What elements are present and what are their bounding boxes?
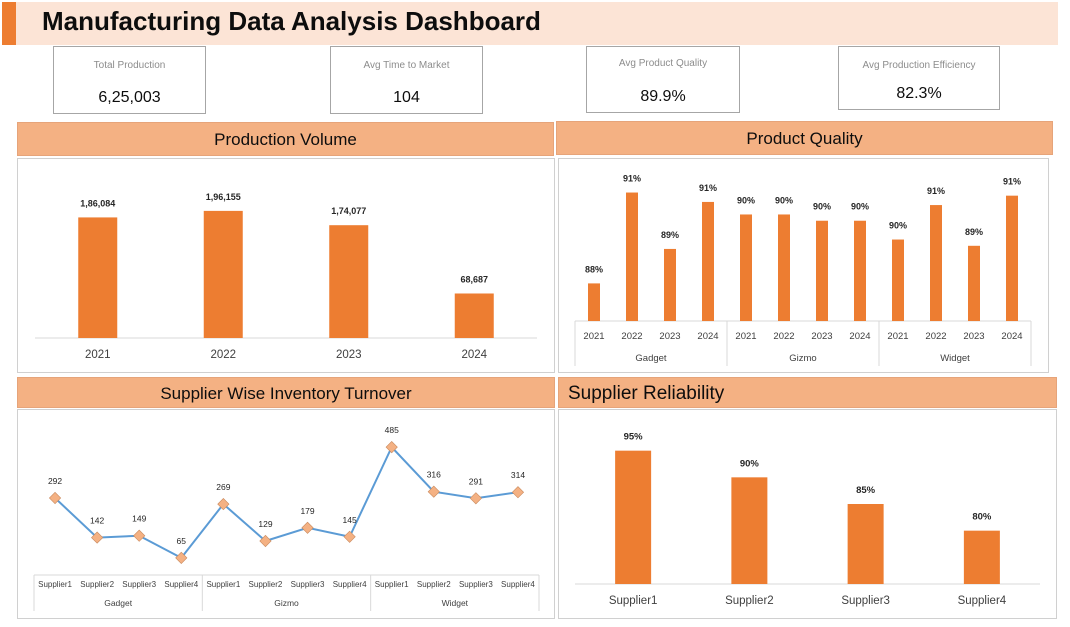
x-tick-label: 2024	[697, 331, 718, 342]
bar-quality-Gizmo-2022	[778, 214, 790, 321]
data-label: 80%	[972, 512, 992, 523]
x-tick-label: 2023	[336, 349, 362, 361]
x-tick-label: 2022	[621, 331, 642, 342]
x-group-label: Gadget	[104, 598, 133, 608]
bar-production-2022	[203, 210, 243, 338]
data-label: 314	[511, 470, 525, 480]
data-label: 68,687	[460, 274, 488, 284]
data-label: 145	[343, 515, 357, 525]
bar-production-2023	[329, 225, 369, 338]
x-tick-label: Supplier2	[80, 580, 114, 589]
x-tick-label: 2022	[773, 331, 794, 342]
bar-quality-Gadget-2022	[626, 192, 638, 321]
x-tick-label: Supplier4	[333, 580, 367, 589]
x-tick-label: Supplier3	[841, 595, 890, 607]
bar-quality-Gadget-2024	[702, 201, 714, 321]
x-tick-label: Supplier1	[206, 580, 240, 589]
x-tick-label: 2024	[461, 349, 487, 361]
data-label: 89%	[965, 227, 983, 237]
x-tick-label: 2023	[963, 331, 984, 342]
data-label: 129	[258, 519, 272, 529]
data-label: 90%	[740, 458, 760, 469]
data-label: 1,86,084	[80, 198, 115, 208]
x-group-label: Widget	[442, 598, 469, 608]
x-tick-label: Supplier4	[958, 595, 1007, 607]
x-tick-label: 2021	[735, 331, 756, 342]
data-label: 90%	[737, 195, 755, 205]
data-label: 485	[385, 425, 399, 435]
bar-quality-Widget-2021	[892, 239, 904, 321]
x-tick-label: 2024	[1001, 331, 1022, 342]
data-label: 95%	[624, 432, 644, 443]
x-tick-label: 2023	[659, 331, 680, 342]
x-tick-label: Supplier2	[725, 595, 774, 607]
data-label: 90%	[889, 221, 907, 231]
x-tick-label: Supplier1	[38, 580, 72, 589]
marker-Gizmo-Supplier3	[301, 521, 314, 534]
marker-Widget-Supplier4	[511, 486, 525, 499]
x-tick-label: 2022	[210, 349, 236, 361]
x-tick-label: 2022	[925, 331, 946, 342]
data-label: 291	[469, 476, 483, 486]
data-label: 85%	[856, 485, 876, 496]
bar-reliability-Supplier2	[731, 477, 768, 584]
data-label: 1,96,155	[206, 192, 241, 202]
bar-quality-Gizmo-2021	[740, 214, 752, 321]
bar-quality-Widget-2023	[968, 245, 980, 321]
data-label: 88%	[585, 264, 603, 274]
bar-quality-Gizmo-2023	[816, 220, 828, 321]
bar-quality-Gadget-2021	[588, 283, 600, 321]
data-label: 149	[132, 514, 146, 524]
data-label: 90%	[813, 202, 831, 212]
bar-production-2021	[78, 217, 118, 338]
bar-quality-Gadget-2023	[664, 248, 676, 321]
data-label: 179	[300, 506, 314, 516]
data-label: 65	[177, 536, 187, 546]
x-tick-label: Supplier3	[122, 580, 156, 589]
x-tick-label: 2021	[583, 331, 604, 342]
x-tick-label: 2024	[849, 331, 870, 342]
x-tick-label: Supplier4	[164, 580, 198, 589]
bar-reliability-Supplier4	[963, 530, 1000, 584]
x-tick-label: 2021	[887, 331, 908, 342]
x-tick-label: Supplier3	[459, 580, 493, 589]
data-label: 269	[216, 482, 230, 492]
data-label: 89%	[661, 230, 679, 240]
x-tick-label: Supplier1	[609, 595, 658, 607]
bar-reliability-Supplier1	[615, 450, 652, 584]
data-label: 90%	[775, 195, 793, 205]
production-volume-chart: 1,86,084 2021 1,96,155 2022 1,74,077 2023 68,6…	[33, 174, 1040, 611]
x-tick-label: Supplier3	[291, 580, 325, 589]
x-tick-label: 2021	[85, 349, 111, 361]
data-label: 142	[90, 516, 104, 526]
data-label: 292	[48, 476, 62, 486]
x-tick-label: Supplier4	[501, 580, 535, 589]
bar-quality-Widget-2022	[930, 205, 942, 321]
data-label: 91%	[927, 186, 945, 196]
bar-reliability-Supplier3	[847, 504, 884, 584]
data-label: 91%	[623, 174, 641, 184]
x-tick-label: Supplier2	[417, 580, 451, 589]
series-line	[54, 445, 519, 560]
x-group-label: Gizmo	[274, 598, 299, 608]
data-label: 1,74,077	[331, 206, 366, 216]
data-label: 91%	[1003, 177, 1021, 187]
bar-production-2024	[454, 293, 494, 338]
data-label: 316	[427, 470, 441, 480]
x-group-label: Gizmo	[789, 353, 816, 364]
x-tick-label: 2023	[811, 331, 832, 342]
x-group-label: Widget	[940, 353, 970, 364]
x-group-label: Gadget	[635, 353, 667, 364]
marker-Gadget-Supplier3	[133, 529, 146, 542]
data-label: 91%	[699, 183, 717, 193]
marker-Gizmo-Supplier4	[343, 530, 356, 543]
marker-Widget-Supplier3	[469, 492, 482, 505]
x-tick-label: Supplier2	[249, 580, 283, 589]
bar-quality-Widget-2024	[1006, 195, 1018, 321]
x-tick-label: Supplier1	[375, 580, 409, 589]
bar-quality-Gizmo-2024	[854, 220, 866, 321]
data-label: 90%	[851, 202, 869, 212]
